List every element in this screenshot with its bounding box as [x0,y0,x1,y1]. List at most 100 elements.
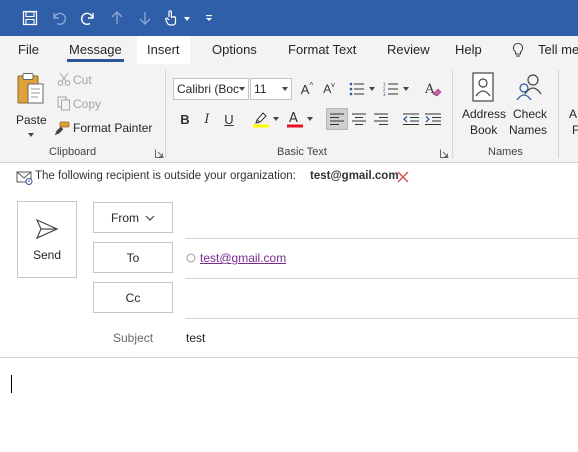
font-name-combo[interactable]: Calibri (Boc [173,78,249,100]
highlight-dropdown-icon[interactable] [273,117,279,121]
grow-font-button[interactable]: A ^ [296,78,318,100]
align-center-icon [352,113,366,125]
tab-options[interactable]: Options [202,36,267,64]
text-cursor [11,375,12,393]
customize-toolbar-icon[interactable] [198,6,220,30]
basic-text-dialog-launcher-icon[interactable] [440,149,449,158]
from-button[interactable]: From [93,202,173,233]
subject-input[interactable]: test [186,331,205,345]
numbering-icon: 123 [383,82,398,96]
underline-button[interactable]: U [218,108,240,130]
notice-email: test@gmail.com [310,170,399,182]
decrease-indent-icon [403,113,419,125]
touch-mode-icon[interactable] [160,6,182,30]
increase-indent-button[interactable] [422,108,444,130]
bullets-icon [349,82,364,96]
redo-icon[interactable] [77,6,99,30]
numbering-dropdown-icon[interactable] [403,87,409,91]
cut-button[interactable]: Cut [55,71,105,89]
font-name-dropdown-icon[interactable] [239,87,245,91]
previous-item-icon[interactable] [106,6,128,30]
shrink-font-button[interactable]: Av [318,78,340,100]
tell-me-search[interactable]: Tell me [528,36,578,64]
check-names-icon [516,74,542,101]
decrease-indent-button[interactable] [400,108,422,130]
partial-next-group-label-line2[interactable]: F [572,123,578,137]
mail-alert-icon [16,171,33,185]
partial-next-group-label-line1[interactable]: A [569,107,577,121]
tab-file[interactable]: File [8,36,49,64]
names-group-label: Names [488,146,523,158]
italic-label: I [204,111,210,127]
tab-format-text[interactable]: Format Text [278,36,366,64]
bullets-button[interactable] [346,78,368,100]
message-body[interactable] [0,358,578,452]
copy-icon [57,96,70,111]
shrink-font-label: A [323,82,332,96]
align-right-icon [374,113,388,125]
format-painter-button[interactable]: Format Painter [53,119,155,137]
clear-formatting-button[interactable]: A [422,78,444,100]
undo-icon[interactable] [48,6,70,30]
highlight-button[interactable] [250,108,272,130]
font-color-button[interactable]: A [284,108,306,130]
group-separator [558,70,559,158]
to-button[interactable]: To [93,242,173,273]
to-recipient-link[interactable]: test@gmail.com [200,251,286,265]
clipboard-dialog-launcher-icon[interactable] [155,149,164,158]
font-size-dropdown-icon[interactable] [282,87,288,91]
copy-label: Copy [73,97,102,111]
presence-status-icon [186,253,196,263]
align-left-button[interactable] [326,108,348,130]
cc-button[interactable]: Cc [93,282,173,313]
grow-font-caret-icon: ^ [309,80,314,90]
address-book-button[interactable]: Address Book [458,70,510,142]
tab-help[interactable]: Help [445,36,492,64]
address-book-label-line1: Address [462,107,507,121]
italic-button[interactable]: I [196,108,218,130]
font-color-dropdown-icon[interactable] [307,117,313,121]
bold-label: B [180,111,190,127]
save-icon[interactable] [19,6,41,30]
font-name-value: Calibri (Boc [177,82,240,96]
tab-message[interactable]: Message [59,36,132,64]
ribbon: Paste Cut Copy Format Painter Clipboard … [0,64,578,163]
lightbulb-icon[interactable] [510,42,526,58]
check-names-label-line2: Names [509,123,548,137]
touch-mode-dropdown-icon[interactable] [184,17,190,21]
cc-label: Cc [125,290,141,305]
paste-label: Paste [16,113,47,127]
check-names-button[interactable]: Check Names [508,70,552,142]
bold-button[interactable]: B [174,108,196,130]
align-left-icon [330,113,344,125]
external-recipient-notice: The following recipient is outside your … [0,163,578,191]
clear-formatting-icon: A [424,82,442,97]
dismiss-notice-icon[interactable] [397,171,409,183]
tab-insert[interactable]: Insert [137,36,190,64]
font-size-combo[interactable]: 11 [250,78,292,100]
bullets-dropdown-icon[interactable] [369,87,375,91]
align-right-button[interactable] [370,108,392,130]
to-label: To [126,250,140,265]
paste-button[interactable]: Paste [8,70,52,144]
numbering-button[interactable]: 123 [380,78,402,100]
send-label: Send [32,247,62,262]
underline-label: U [224,111,234,127]
cut-label: Cut [73,73,92,87]
copy-button[interactable]: Copy [55,95,105,113]
basic-text-group-label: Basic Text [277,146,327,158]
group-separator [452,70,453,158]
notice-text: The following recipient is outside your … [35,170,296,182]
shrink-font-caret-icon: v [331,81,335,89]
align-center-button[interactable] [348,108,370,130]
next-item-icon[interactable] [134,6,156,30]
send-button[interactable]: Send [17,201,77,278]
paste-dropdown-icon[interactable] [28,133,34,137]
tab-review[interactable]: Review [377,36,440,64]
address-book-label-line2: Book [470,123,498,137]
from-label: From [111,210,139,225]
send-icon [35,218,59,239]
svg-text:A: A [424,82,435,97]
format-painter-label: Format Painter [73,121,153,135]
from-field-underline [185,238,578,239]
